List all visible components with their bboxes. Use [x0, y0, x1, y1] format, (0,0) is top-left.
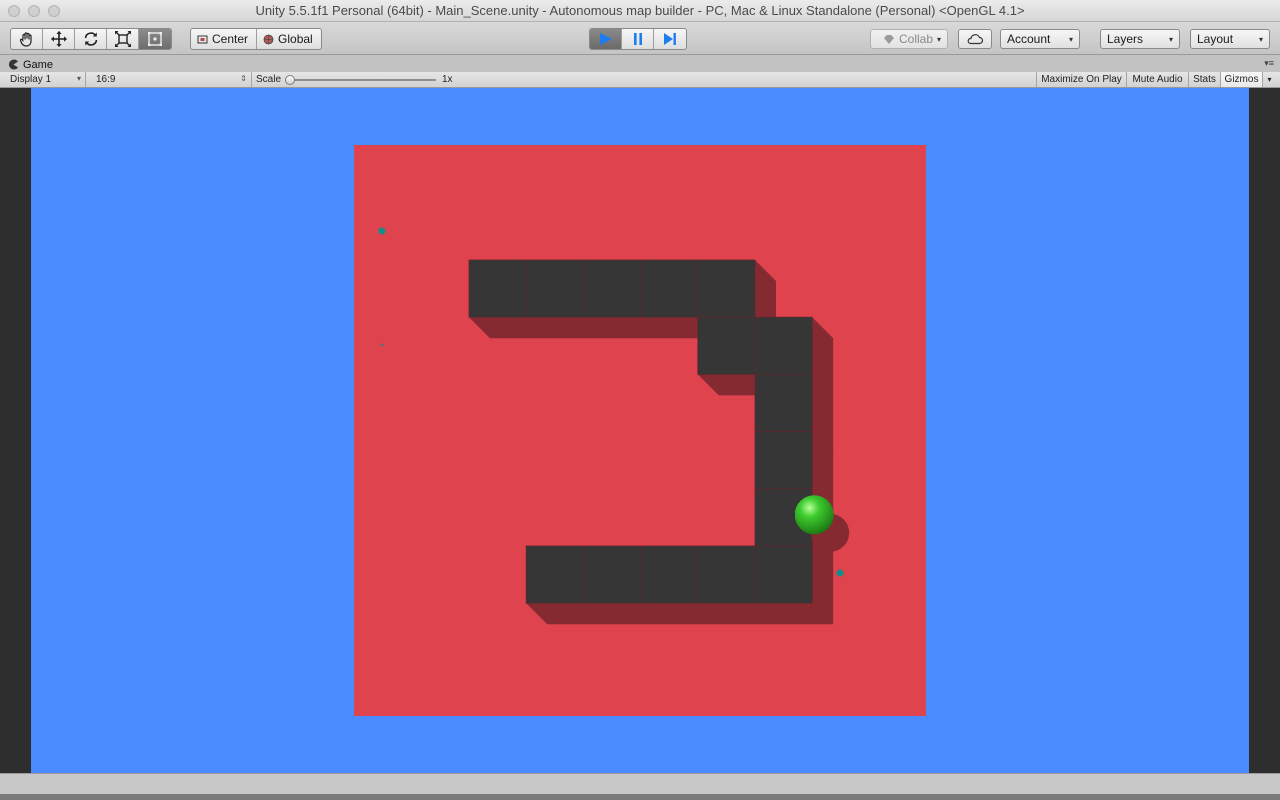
- wall-block: [697, 545, 756, 604]
- move-tool-button[interactable]: [43, 29, 75, 49]
- game-tab[interactable]: Game: [4, 57, 61, 72]
- panel-menu-icon[interactable]: ▾≡: [1264, 58, 1274, 69]
- waypoint-marker: [380, 343, 384, 347]
- space-global-toggle[interactable]: Global: [257, 29, 321, 49]
- scale-value: 1x: [442, 74, 453, 85]
- game-view-toolbar: Display 1 ▾ 16:9 ⇕ Scale 1x Maximize On …: [0, 72, 1280, 88]
- waypoint-marker: [378, 227, 386, 235]
- cloud-services-button[interactable]: [958, 29, 992, 49]
- pacman-game-icon: [9, 59, 18, 70]
- wall-block: [754, 316, 813, 375]
- main-toolbar: Center Global Collab ▾ Account ▾ Layers …: [0, 22, 1280, 55]
- space-global-label: Global: [278, 32, 313, 46]
- playback-controls: [589, 28, 687, 50]
- wall-block: [583, 259, 642, 318]
- account-label: Account: [1007, 32, 1051, 46]
- account-caret-icon: ▾: [1068, 35, 1073, 44]
- pivot-icon: [197, 35, 208, 43]
- pivot-center-toggle[interactable]: Center: [191, 29, 258, 49]
- title-bar: Unity 5.5.1f1 Personal (64bit) - Main_Sc…: [0, 0, 1280, 22]
- layout-caret-icon: ▾: [1258, 35, 1263, 44]
- layers-label: Layers: [1107, 32, 1144, 46]
- play-icon: [599, 33, 612, 45]
- wall-block: [583, 545, 642, 604]
- rect-tool-button[interactable]: [139, 29, 171, 49]
- mute-audio-toggle[interactable]: Mute Audio: [1126, 72, 1188, 87]
- stats-toggle[interactable]: Stats: [1188, 72, 1220, 87]
- pivot-toggles: Center Global: [190, 28, 322, 50]
- layout-label: Layout: [1197, 32, 1234, 46]
- play-button[interactable]: [590, 29, 622, 49]
- game-viewport[interactable]: [31, 88, 1249, 773]
- layers-dropdown[interactable]: Layers ▾: [1100, 29, 1180, 49]
- display-label: Display 1: [10, 74, 52, 85]
- aspect-ratio-dropdown[interactable]: 16:9 ⇕: [90, 72, 252, 87]
- game-viewport-frame: [0, 88, 1280, 773]
- status-bar: [0, 773, 1280, 794]
- collab-dropdown[interactable]: Collab ▾: [870, 29, 948, 49]
- agent-ball: [794, 495, 834, 535]
- wall-block: [754, 545, 813, 604]
- layout-dropdown[interactable]: Layout ▾: [1190, 29, 1270, 49]
- layers-caret-icon: ▾: [1168, 35, 1173, 44]
- wall-block: [640, 545, 699, 604]
- wall-block: [525, 259, 584, 318]
- display-dropdown[interactable]: Display 1 ▾: [4, 72, 86, 87]
- wall-block: [697, 316, 756, 375]
- wall-block: [754, 373, 813, 432]
- wall-block: [525, 545, 584, 604]
- pause-button[interactable]: [622, 29, 654, 49]
- collab-icon: [884, 34, 894, 44]
- transform-tools: [10, 28, 172, 50]
- gizmos-toggle[interactable]: Gizmos: [1220, 72, 1262, 87]
- rotate-icon: [84, 32, 97, 46]
- rotate-tool-button[interactable]: [75, 29, 107, 49]
- step-icon: [664, 33, 676, 45]
- waypoint-marker: [836, 569, 844, 577]
- wall-block: [640, 259, 699, 318]
- hand-tool-button[interactable]: [11, 29, 43, 49]
- collab-caret-icon: ▾: [936, 35, 941, 44]
- aspect-ratio-label: 16:9: [96, 74, 116, 85]
- step-button[interactable]: [654, 29, 686, 49]
- window-title: Unity 5.5.1f1 Personal (64bit) - Main_Sc…: [255, 3, 1025, 18]
- scale-slider-track[interactable]: [288, 79, 436, 81]
- pivot-center-label: Center: [212, 32, 249, 46]
- move-arrows-icon: [50, 31, 67, 47]
- scale-icon: [114, 31, 131, 47]
- scale-label: Scale: [256, 74, 282, 85]
- hand-icon: [19, 32, 32, 47]
- display-caret-icon: ▾: [76, 74, 81, 83]
- scale-tool-button[interactable]: [107, 29, 139, 49]
- gizmos-dropdown-icon[interactable]: ▾: [1262, 72, 1276, 87]
- wall-block: [468, 259, 527, 318]
- collab-label: Collab: [899, 32, 934, 46]
- aspect-caret-icon: ⇕: [240, 74, 247, 83]
- maximize-on-play-toggle[interactable]: Maximize On Play: [1036, 72, 1126, 87]
- cloud-icon: [967, 34, 984, 45]
- pause-icon: [633, 33, 642, 45]
- arena-floor: [354, 145, 926, 716]
- panel-tab-bar: Game ▾≡: [0, 56, 1280, 72]
- game-tab-label: Game: [23, 58, 53, 71]
- window-bottom-edge: [0, 794, 1280, 800]
- globe-icon: [263, 34, 274, 44]
- unity-editor-window: Unity 5.5.1f1 Personal (64bit) - Main_Sc…: [0, 0, 1280, 800]
- wall-block: [697, 259, 756, 318]
- rect-icon: [148, 32, 162, 46]
- account-dropdown[interactable]: Account ▾: [1000, 29, 1080, 49]
- wall-block: [754, 431, 813, 490]
- scale-slider-thumb[interactable]: [285, 75, 295, 85]
